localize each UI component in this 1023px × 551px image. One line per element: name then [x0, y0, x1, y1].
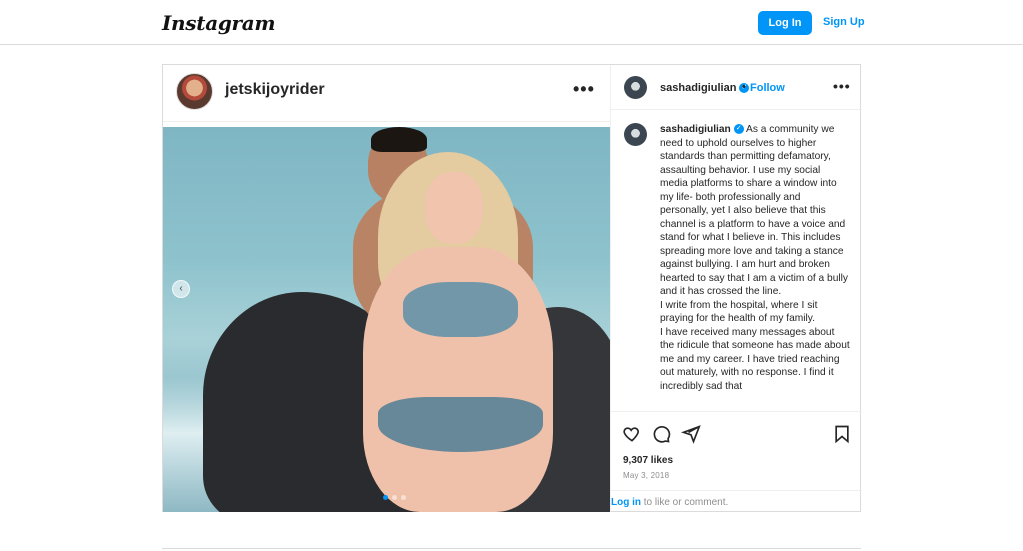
login-button[interactable]: Log In [758, 11, 812, 35]
side-username-text[interactable]: sashadigiulian [660, 82, 736, 94]
caption-verified-icon: ✓ [733, 124, 744, 135]
post-card: jetskijoyrider ••• ‹ sashadigiulian ✓ • F… [162, 64, 862, 512]
man-hair [371, 127, 427, 152]
instagram-logo[interactable]: Instagram [162, 11, 276, 35]
top-navbar: Instagram Log In Sign Up [0, 0, 1023, 45]
carousel-dot [383, 495, 388, 500]
share-icon[interactable] [681, 424, 701, 444]
carousel-prev-button[interactable]: ‹ [172, 280, 190, 298]
side-more-options-icon[interactable]: ••• [833, 78, 851, 94]
carousel-dot [401, 495, 406, 500]
post-header: jetskijoyrider ••• [163, 65, 610, 122]
login-prompt: Log in to like or comment. [611, 490, 862, 512]
caption-para3: I have received many messages about the … [660, 326, 850, 392]
bikini-top [403, 282, 518, 337]
caption-text: As a community we need to uphold ourselv… [660, 124, 848, 297]
woman-face [425, 172, 483, 244]
side-avatar[interactable] [624, 76, 647, 99]
caption-para2: I write from the hospital, where I sit p… [660, 299, 818, 325]
login-suffix: to like or comment. [641, 497, 729, 508]
login-link[interactable]: Log in [611, 497, 641, 508]
side-header: sashadigiulian ✓ • Follow ••• [611, 65, 862, 110]
likes-count[interactable]: 9,307 likes [623, 455, 673, 466]
carousel-dot [392, 495, 397, 500]
caption-avatar[interactable] [624, 123, 647, 146]
caption-username[interactable]: sashadigiulian [660, 124, 731, 135]
post-image[interactable]: ‹ [163, 127, 610, 512]
post-date: May 3, 2018 [623, 471, 670, 480]
signup-link[interactable]: Sign Up [823, 16, 865, 28]
comment-icon[interactable] [651, 424, 671, 444]
footer-divider [162, 548, 861, 549]
author-avatar[interactable] [176, 73, 213, 110]
caption-area[interactable]: sashadigiulian ✓ As a community we need t… [611, 111, 862, 411]
more-options-icon[interactable]: ••• [573, 79, 595, 100]
post-side-panel: sashadigiulian ✓ • Follow ••• sashadigiul… [610, 65, 862, 512]
separator-dot: • [742, 81, 746, 93]
bookmark-icon[interactable] [832, 424, 852, 444]
actions-bar: 9,307 likes May 3, 2018 Log in to like o… [611, 411, 862, 511]
caption: sashadigiulian ✓ As a community we need t… [660, 123, 850, 393]
side-username[interactable]: sashadigiulian ✓ [660, 82, 750, 94]
bikini-bottom [378, 397, 543, 452]
author-username[interactable]: jetskijoyrider [225, 81, 325, 99]
carousel-dots [383, 495, 406, 500]
follow-button[interactable]: Follow [750, 82, 785, 94]
heart-icon[interactable] [622, 424, 642, 444]
